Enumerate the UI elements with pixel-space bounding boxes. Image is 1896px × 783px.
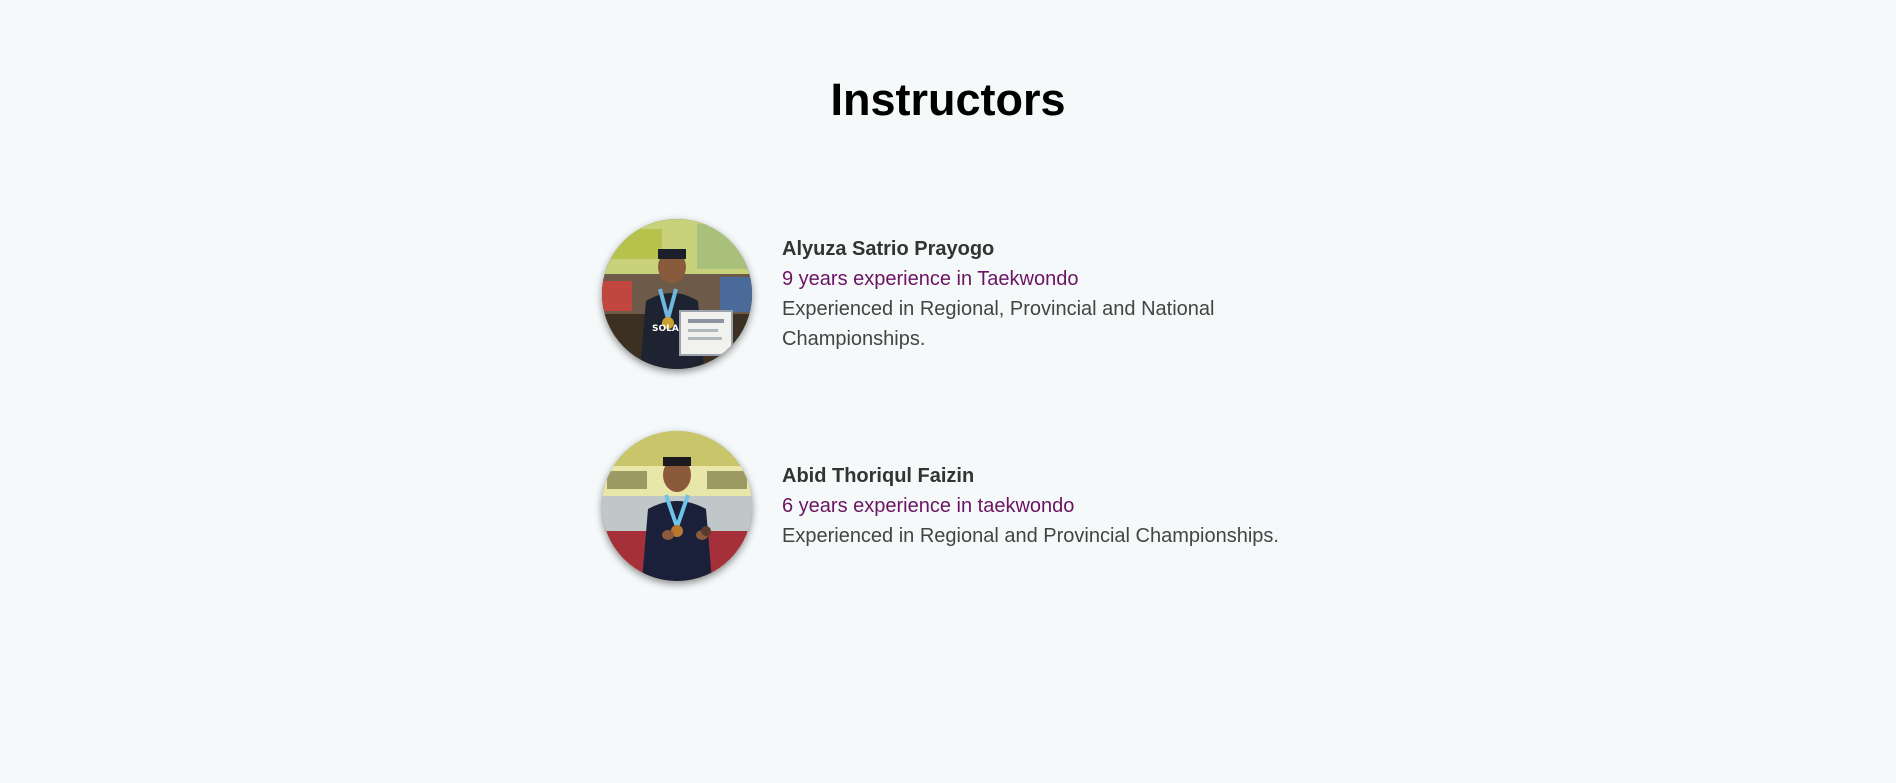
instructor-photo-image: SOLA <box>602 219 752 369</box>
instructor-info: Alyuza Satrio Prayogo 9 years experience… <box>782 219 1302 369</box>
instructor-card: SOLA Alyuza Satrio Prayogo 9 years exper… <box>602 219 1302 369</box>
instructor-photo <box>602 431 752 581</box>
instructor-bio: Experienced in Regional, Provincial and … <box>782 298 1215 350</box>
instructor-card: Abid Thoriqul Faizin 6 years experience … <box>602 431 1302 581</box>
instructor-info: Abid Thoriqul Faizin 6 years experience … <box>782 431 1302 581</box>
section-title: Instructors <box>830 74 1066 125</box>
instructor-photo-image <box>602 431 752 581</box>
instructor-bio: Experienced in Regional and Provincial C… <box>782 525 1279 547</box>
instructor-experience: 6 years experience in taekwondo <box>782 495 1075 517</box>
instructor-name: Alyuza Satrio Prayogo <box>782 238 995 260</box>
instructor-photo: SOLA <box>602 219 752 369</box>
instructor-experience: 9 years experience in Taekwondo <box>782 268 1079 290</box>
instructor-name: Abid Thoriqul Faizin <box>782 465 975 487</box>
svg-text:SOLA: SOLA <box>652 324 679 334</box>
